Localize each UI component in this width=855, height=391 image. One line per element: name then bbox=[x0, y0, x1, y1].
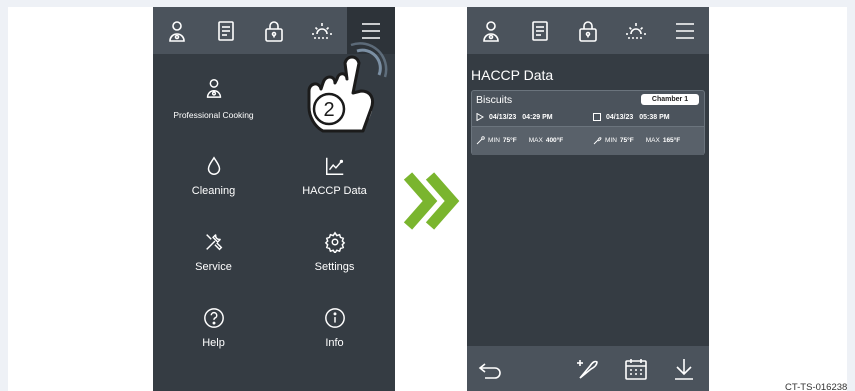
probe-min-value: 75°F bbox=[502, 137, 517, 144]
recipe-book-icon bbox=[217, 20, 234, 41]
menu-item-label: Professional Cooking bbox=[173, 110, 254, 120]
end-time: 05:38 PM bbox=[639, 113, 670, 121]
menu-item-label: Service bbox=[195, 261, 232, 273]
lock-button[interactable] bbox=[564, 7, 612, 54]
top-toolbar bbox=[467, 7, 709, 54]
menu-item-label: Cleaning bbox=[191, 185, 236, 197]
chef-icon bbox=[483, 20, 499, 42]
cavity-probe-icon bbox=[593, 137, 602, 145]
haccp-screen: HACCP Data Biscuits Chamber 1 04/13/23 0… bbox=[467, 7, 709, 391]
bottom-toolbar bbox=[467, 346, 709, 391]
chef-button[interactable] bbox=[467, 7, 515, 54]
next-step-arrow-icon bbox=[403, 172, 460, 230]
calendar-icon bbox=[625, 359, 647, 380]
download-icon bbox=[675, 359, 693, 380]
lock-icon bbox=[579, 20, 597, 42]
end-time-row: 04/13/23 05:38 PM bbox=[593, 113, 670, 121]
chart-line-icon bbox=[325, 157, 343, 175]
recipe-book-icon bbox=[531, 20, 548, 41]
recipe-book-button[interactable] bbox=[515, 7, 563, 54]
hamburger-menu-button[interactable] bbox=[661, 7, 709, 54]
record-name: Biscuits bbox=[476, 94, 513, 106]
play-icon bbox=[476, 113, 484, 121]
page-title: HACCP Data bbox=[471, 67, 554, 83]
chef-icon bbox=[169, 20, 185, 42]
info-icon bbox=[324, 308, 345, 328]
download-button[interactable] bbox=[671, 356, 697, 382]
cavity-temp-row: MIN 75°F MAX 165°F bbox=[593, 136, 680, 145]
cavity-min-value: 75°F bbox=[619, 137, 634, 144]
start-time: 04:29 PM bbox=[522, 113, 553, 121]
menu-item-haccp-data[interactable]: HACCP Data bbox=[274, 155, 395, 197]
reference-code: CT-TS-016238 bbox=[785, 382, 848, 391]
stop-icon bbox=[593, 113, 601, 121]
tools-icon bbox=[205, 234, 222, 251]
temperature-summary: MIN 75°F MAX 400°F MIN 75°F MAX 165°F bbox=[472, 127, 704, 155]
gear-icon bbox=[324, 231, 345, 253]
menu-item-info[interactable]: Info bbox=[274, 307, 395, 349]
probe-icon bbox=[577, 360, 598, 379]
menu-item-cleaning[interactable]: Cleaning bbox=[153, 155, 274, 197]
calendar-button[interactable] bbox=[623, 356, 649, 382]
hamburger-menu-icon bbox=[675, 22, 694, 39]
menu-item-service[interactable]: Service bbox=[153, 231, 274, 273]
probe-icon bbox=[476, 136, 485, 145]
droplet-icon bbox=[207, 156, 220, 175]
probe-button[interactable] bbox=[574, 356, 600, 382]
haccp-record-card[interactable]: Biscuits Chamber 1 04/13/23 04:29 PM 04/… bbox=[471, 90, 705, 155]
help-icon bbox=[203, 308, 224, 328]
menu-item-professional-cooking[interactable]: Professional Cooking bbox=[153, 77, 274, 120]
menu-item-label: Settings bbox=[314, 261, 355, 273]
brightness-button[interactable] bbox=[612, 7, 660, 54]
menu-item-label: Help bbox=[202, 337, 225, 349]
chef-icon bbox=[206, 79, 221, 98]
menu-item-label: Info bbox=[325, 337, 344, 349]
start-date: 04/13/23 bbox=[489, 113, 517, 121]
menu-item-label: HACCP Data bbox=[302, 185, 367, 197]
probe-temp-row: MIN 75°F MAX 400°F bbox=[476, 136, 563, 145]
back-icon bbox=[478, 363, 501, 379]
start-time-row: 04/13/23 04:29 PM bbox=[476, 113, 553, 121]
tap-hand-icon: 2 bbox=[307, 42, 388, 133]
chamber-badge: Chamber 1 bbox=[641, 94, 699, 105]
brightness-icon bbox=[626, 22, 647, 39]
end-date: 04/13/23 bbox=[606, 113, 634, 121]
chef-button[interactable] bbox=[153, 7, 201, 54]
menu-item-help[interactable]: Help bbox=[153, 307, 274, 349]
menu-item-settings[interactable]: Settings bbox=[274, 231, 395, 273]
menu-screen: Professional Cooking brary Cleaning HACC… bbox=[153, 7, 395, 391]
step-number: 2 bbox=[323, 99, 334, 121]
recipe-book-button[interactable] bbox=[201, 7, 249, 54]
cavity-max-value: 165°F bbox=[662, 137, 681, 144]
back-button[interactable] bbox=[477, 356, 503, 382]
probe-max-value: 400°F bbox=[545, 137, 564, 144]
